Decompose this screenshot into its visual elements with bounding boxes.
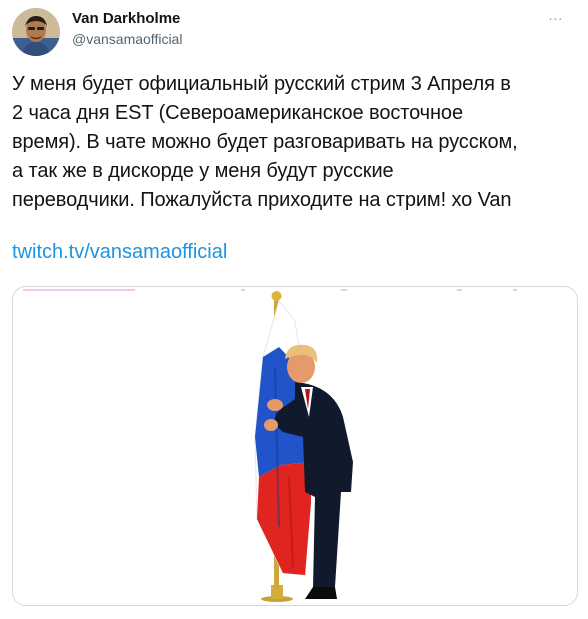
tweet-text-line: а так же в дискорде у меня будут русские <box>12 160 394 182</box>
tweet-text: У меня будет официальный русский стрим 3… <box>12 70 578 215</box>
more-options-icon[interactable]: ∙∙∙ <box>542 10 570 30</box>
tweet-media[interactable] <box>12 286 578 606</box>
tweet-text-line: переводчики. Пожалуйста приходите на стр… <box>12 189 512 211</box>
avatar-photo <box>12 8 60 56</box>
tweet-text-line: время). В чате можно будет разговаривать… <box>12 131 518 153</box>
tweet-text-line: 2 часа дня EST (Североамериканское восто… <box>12 102 463 124</box>
tweet-text-line: У меня будет официальный русский стрим 3… <box>12 73 511 95</box>
tweet-link[interactable]: twitch.tv/vansamaofficial <box>12 238 227 267</box>
author-display-name[interactable]: Van Darkholme <box>72 9 182 29</box>
author-handle[interactable]: @vansamaofficial <box>72 29 182 49</box>
author-info: Van Darkholme @vansamaofficial <box>72 9 182 49</box>
flag-hug-image <box>13 287 577 605</box>
tweet-card: Van Darkholme @vansamaofficial ∙∙∙ У мен… <box>0 0 588 619</box>
author-avatar[interactable] <box>12 8 60 56</box>
